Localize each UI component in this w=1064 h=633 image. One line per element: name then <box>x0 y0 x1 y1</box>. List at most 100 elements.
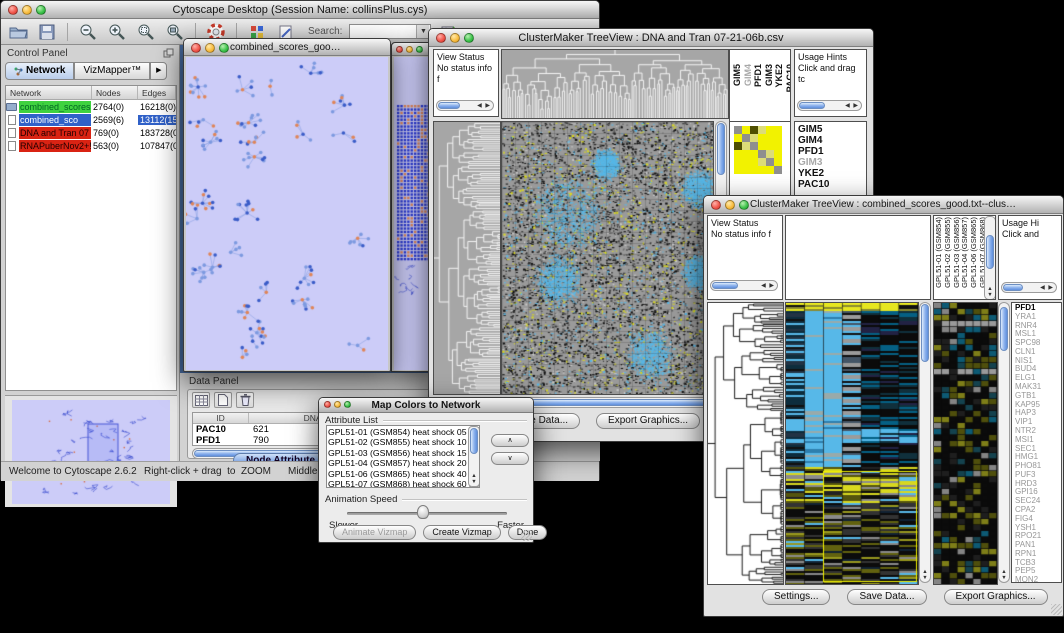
attribute-list-item[interactable]: GPL51-03 (GSM856) heat shock 15 min <box>328 448 466 458</box>
resize-grip-icon[interactable] <box>1051 604 1062 615</box>
matrix-cell[interactable] <box>750 166 758 174</box>
scrollbar-arrows[interactable]: ◀ ▶ <box>845 102 859 110</box>
column-header-nodes[interactable]: Nodes <box>92 86 138 99</box>
close-icon[interactable] <box>191 43 201 53</box>
export-graphics-button[interactable]: Export Graphics... <box>944 589 1048 605</box>
tab-overflow-arrow[interactable]: ▶ <box>150 62 167 80</box>
column-label[interactable]: PFD1 <box>753 64 764 87</box>
matrix-cell[interactable] <box>734 158 742 166</box>
scrollbar-thumb[interactable] <box>712 282 738 289</box>
matrix-cell[interactable] <box>758 150 766 158</box>
scrollbar-arrows[interactable]: ▲ ▼ <box>999 569 1009 581</box>
row-label[interactable]: PAC10 <box>798 179 863 190</box>
matrix-cell[interactable] <box>774 134 782 142</box>
scrollbar-arrows[interactable]: ◀ ▶ <box>1040 284 1054 292</box>
minimize-icon[interactable] <box>406 46 413 53</box>
save-session-button[interactable] <box>36 22 58 42</box>
zoom-icon[interactable] <box>344 401 351 408</box>
matrix-cell[interactable] <box>734 166 742 174</box>
network-table-row[interactable]: combined_scores2764(0)16218(0) <box>6 100 176 113</box>
scrollbar-thumb[interactable] <box>438 102 460 109</box>
create-vizmap-button[interactable]: Create Vizmap <box>423 525 500 540</box>
attribute-list-item[interactable]: GPL51-06 (GSM865) heat shock 40 min <box>328 469 466 479</box>
create-attribute-button[interactable] <box>214 392 232 408</box>
zoom-selected-button[interactable] <box>135 22 157 42</box>
zoom-out-button[interactable] <box>77 22 99 42</box>
zoom-in-button[interactable] <box>106 22 128 42</box>
matrix-cell[interactable] <box>750 150 758 158</box>
column-header-edges[interactable]: Edges <box>138 86 176 99</box>
heatmap-canvas[interactable] <box>501 121 714 395</box>
column-header-id[interactable]: ID <box>193 413 249 423</box>
scrollbar-thumb[interactable] <box>717 123 725 175</box>
network-table-row[interactable]: RNAPuberNov2+!563(0)107847(0) <box>6 139 176 152</box>
minimize-icon[interactable] <box>450 33 460 43</box>
close-icon[interactable] <box>711 200 721 210</box>
matrix-cell[interactable] <box>766 134 774 142</box>
matrix-cell[interactable] <box>774 158 782 166</box>
view-status-scrollbar[interactable]: ◀ ▶ <box>436 100 494 111</box>
attribute-list-item[interactable]: GPL51-02 (GSM855) heat shock 10 min <box>328 437 466 447</box>
usage-hints-scrollbar[interactable]: ◀ ▶ <box>1001 282 1057 293</box>
treeview2-titlebar[interactable]: ClusterMaker TreeView : combined_scores_… <box>704 196 1063 214</box>
close-icon[interactable] <box>324 401 331 408</box>
zoom-icon[interactable] <box>739 200 749 210</box>
column-label[interactable]: GIM3 <box>764 64 775 86</box>
column-dendrogram-panel[interactable] <box>785 215 931 300</box>
row-dendrogram-canvas[interactable] <box>707 302 784 585</box>
scrollbar-thumb[interactable] <box>799 102 825 109</box>
matrix-cell[interactable] <box>758 134 766 142</box>
matrix-cell[interactable] <box>734 142 742 150</box>
matrix-cell[interactable] <box>758 126 766 134</box>
matrix-cell[interactable] <box>750 158 758 166</box>
attribute-list-item[interactable]: GPL51-01 (GSM854) heat shock 05 min <box>328 427 466 437</box>
network-canvas[interactable] <box>186 57 388 370</box>
attribute-list-vscrollbar[interactable]: ▲ ▼ <box>468 426 480 487</box>
matrix-cell[interactable] <box>734 150 742 158</box>
row-label[interactable]: GIM4 <box>798 135 863 146</box>
scrollbar-arrows[interactable]: ▲ ▼ <box>985 286 995 298</box>
scrollbar-arrows[interactable]: ▲ ▼ <box>469 473 479 485</box>
search-input[interactable]: ▼ <box>349 24 431 39</box>
minimize-icon[interactable] <box>22 5 32 15</box>
matrix-cell[interactable] <box>774 166 782 174</box>
minimize-icon[interactable] <box>205 43 215 53</box>
matrix-cell[interactable] <box>742 134 750 142</box>
zoom-icon[interactable] <box>416 46 423 53</box>
column-header-network[interactable]: Network <box>6 86 92 99</box>
network-table-header[interactable]: Network Nodes Edges <box>6 86 176 100</box>
close-icon[interactable] <box>8 5 18 15</box>
column-label[interactable]: PAC10 <box>785 64 792 92</box>
attribute-list-item[interactable]: GPL51-07 (GSM868) heat shock 60 min <box>328 479 466 488</box>
zoom-fit-button[interactable] <box>164 22 186 42</box>
tab-network[interactable]: Network <box>5 62 74 80</box>
scrollbar-thumb[interactable] <box>470 428 478 454</box>
scrollbar-arrows[interactable]: ◀ ▶ <box>761 282 775 290</box>
scrollbar-thumb[interactable] <box>1003 284 1023 291</box>
matrix-cell[interactable] <box>774 126 782 134</box>
zoom-icon[interactable] <box>464 33 474 43</box>
scrollbar-thumb[interactable] <box>921 304 929 362</box>
save-data-button[interactable]: Save Data... <box>847 589 926 605</box>
network-overview-canvas[interactable] <box>12 400 170 504</box>
zoom-heatmap-canvas[interactable] <box>933 302 998 585</box>
close-icon[interactable] <box>436 33 446 43</box>
settings-button[interactable]: Settings... <box>762 589 830 605</box>
attribute-list-item[interactable]: GPL51-04 (GSM857) heat shock 20 min <box>328 458 466 468</box>
column-labels-vscrollbar[interactable]: ▲ ▼ <box>984 216 996 300</box>
column-dendrogram-canvas[interactable] <box>501 49 729 119</box>
matrix-cell[interactable] <box>774 142 782 150</box>
matrix-cell[interactable] <box>750 134 758 142</box>
dialog-titlebar[interactable]: Map Colors to Network <box>319 398 533 413</box>
matrix-cell[interactable] <box>750 142 758 150</box>
gene-label[interactable]: MON2 <box>1015 576 1061 583</box>
matrix-cell[interactable] <box>758 142 766 150</box>
gene-list-vscrollbar[interactable]: ▲ ▼ <box>998 302 1010 583</box>
attribute-listbox[interactable]: GPL51-01 (GSM854) heat shock 05 minGPL51… <box>326 425 480 488</box>
similarity-matrix[interactable] <box>734 126 782 174</box>
matrix-cell[interactable] <box>734 126 742 134</box>
network-table-row[interactable]: DNA and Tran 07769(0)183728(0) <box>6 126 176 139</box>
matrix-cell[interactable] <box>766 158 774 166</box>
close-icon[interactable] <box>396 46 403 53</box>
matrix-cell[interactable] <box>742 150 750 158</box>
